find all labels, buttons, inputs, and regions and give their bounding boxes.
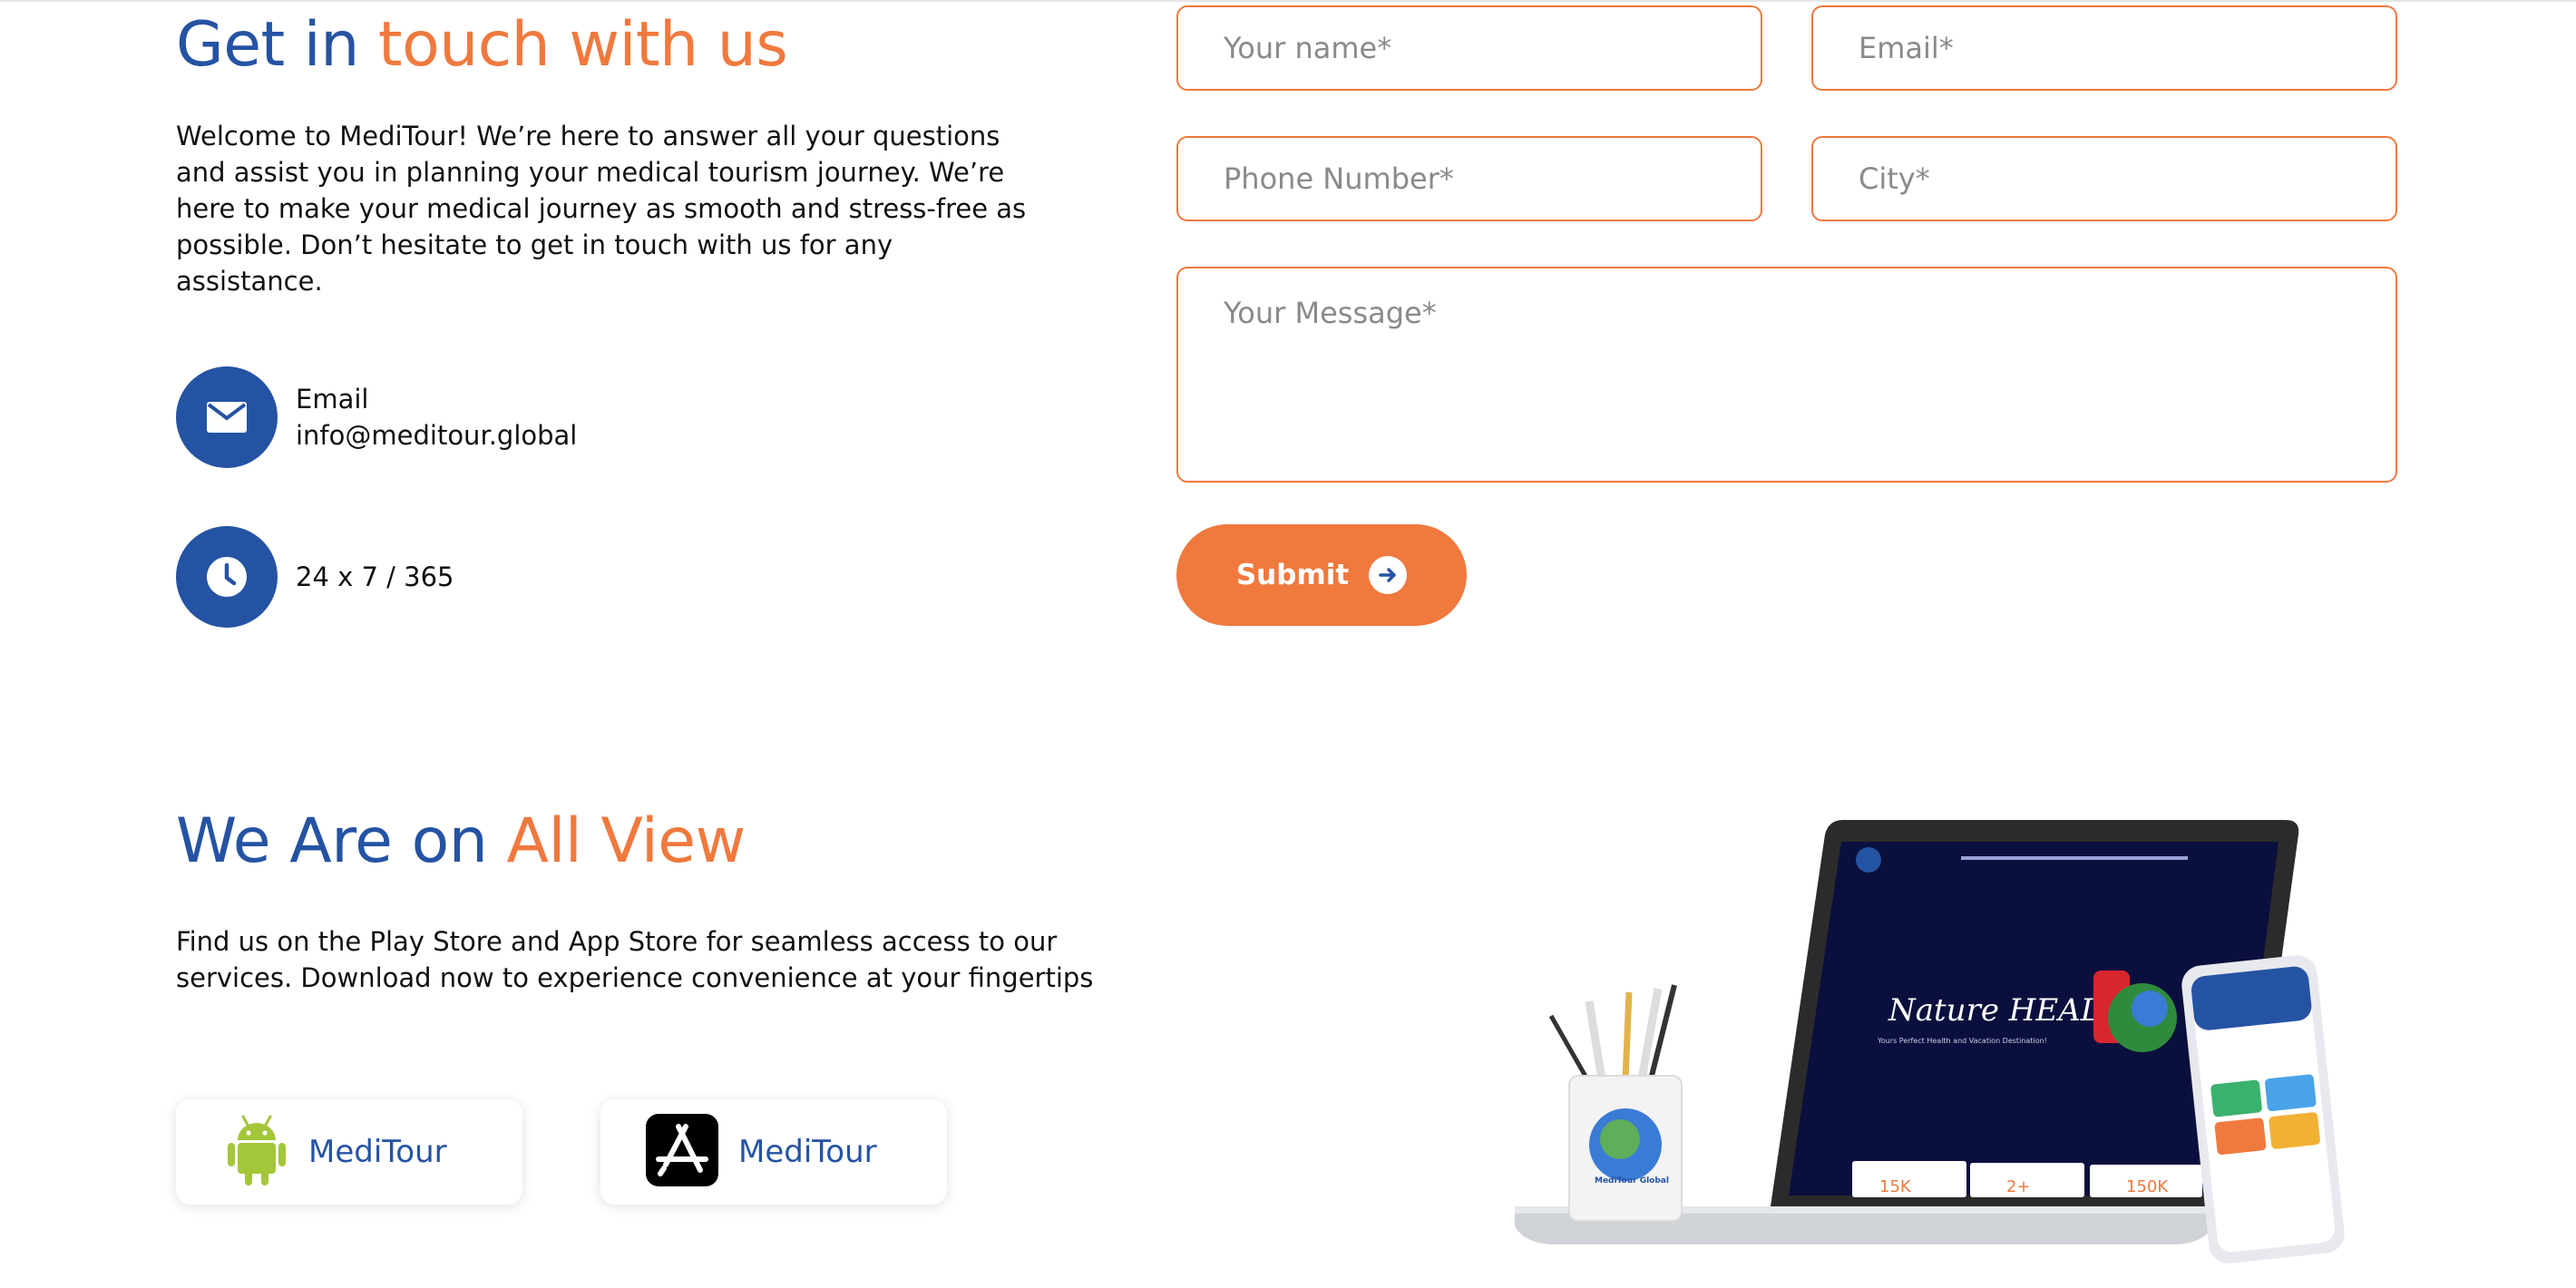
contact-hours: 24 x 7 / 365 <box>176 526 454 628</box>
app-store-button[interactable]: MediTour <box>600 1099 947 1205</box>
screen-hero-title: Nature HEALS <box>1888 992 2122 1029</box>
email-value[interactable]: info@meditour.global <box>296 417 577 454</box>
android-label: MediTour <box>308 1134 447 1170</box>
phone-input[interactable] <box>1176 136 1762 221</box>
contact-heading-part1: Get in <box>176 9 378 81</box>
top-divider <box>0 0 2576 2</box>
submit-button[interactable]: Submit <box>1176 524 1467 626</box>
stat-1: 15K <box>1879 1177 1912 1196</box>
submit-label: Submit <box>1235 559 1350 591</box>
name-input[interactable] <box>1176 5 1762 91</box>
hours-text: 24 x 7 / 365 <box>296 561 454 592</box>
email-label: Email <box>296 384 369 415</box>
stat-3: 150K <box>2126 1177 2169 1196</box>
city-input[interactable] <box>1811 136 2397 221</box>
cup-label: MediTour Global <box>1595 1176 1669 1186</box>
devices-mockup-image: Nature HEALS Yours Perfect Health and Va… <box>1515 820 2345 1264</box>
apps-heading-part1: We Are on <box>176 805 507 877</box>
app-store-icon <box>646 1114 718 1190</box>
message-input[interactable] <box>1176 267 2397 483</box>
contact-heading: Get in touch with us <box>176 9 788 81</box>
apps-description: Find us on the Play Store and App Store … <box>176 926 1094 993</box>
screen-logo <box>1856 847 1881 873</box>
play-store-button[interactable]: MediTour <box>176 1099 522 1205</box>
screen-hero-subtitle: Yours Perfect Health and Vacation Destin… <box>1877 1037 2047 1045</box>
contact-email: Email info@meditour.global <box>176 366 577 468</box>
arrow-right-icon <box>1369 556 1408 594</box>
clock-icon <box>176 526 278 628</box>
email-input[interactable] <box>1811 5 2397 91</box>
apps-heading-part2: All View <box>506 805 746 877</box>
stat-2: 2+ <box>2006 1177 2031 1196</box>
apps-heading: We Are on All View <box>176 805 746 877</box>
android-icon <box>225 1113 288 1191</box>
ios-label: MediTour <box>738 1134 877 1170</box>
contact-heading-part2: touch with us <box>377 9 788 81</box>
email-icon <box>176 366 278 468</box>
contact-intro: Welcome to MediTour! We’re here to answe… <box>176 121 1027 297</box>
